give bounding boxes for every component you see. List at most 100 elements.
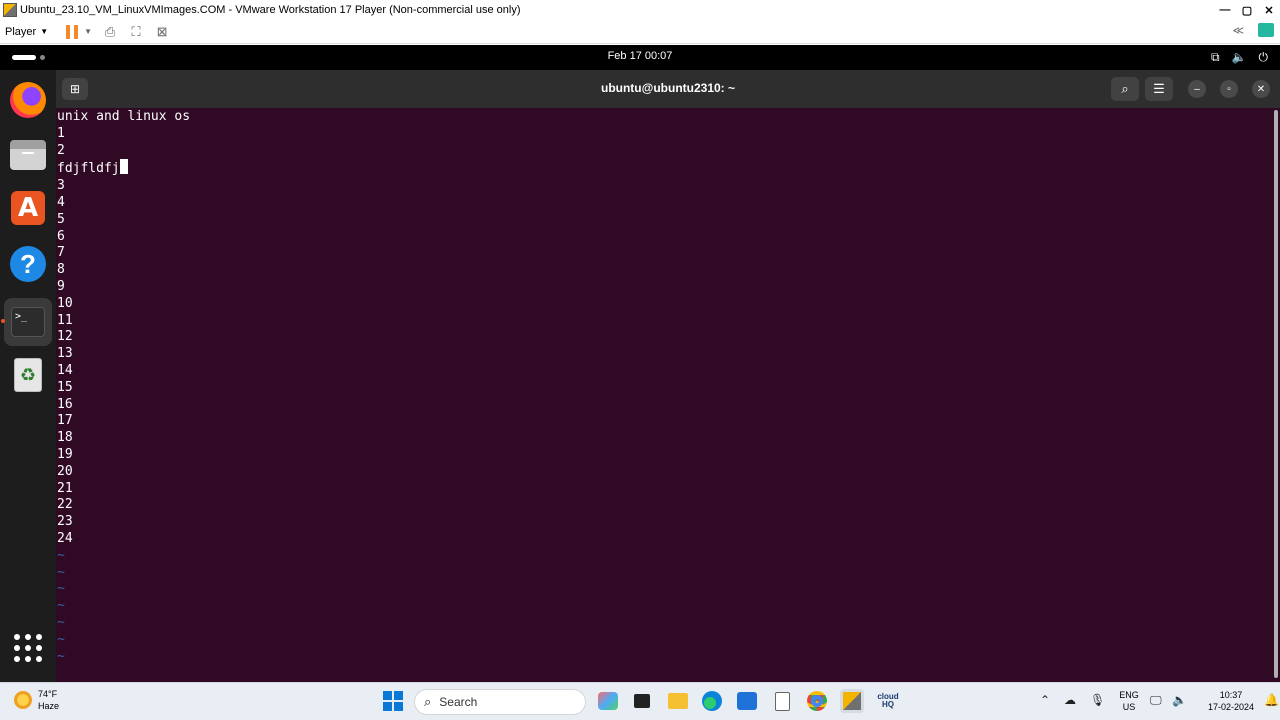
buffer-line: 8 [57,262,65,278]
buffer-line: 13 [57,346,73,362]
buffer-line: 21 [57,480,73,496]
task-view-icon [634,694,650,708]
speaker-icon[interactable]: 🔈 [1172,693,1187,707]
minimize-button[interactable]: — [1214,0,1236,20]
notification-bell-icon[interactable]: 🔔 [1264,693,1279,707]
terminal-maximize-button[interactable]: ▫ [1220,80,1238,98]
weather-temp: 74°F [38,689,58,699]
terminal-scrollbar[interactable] [1274,110,1278,678]
cloudhq-icon: cloud HQ [877,692,899,709]
volume-icon: 🔈 [1231,50,1247,64]
terminal-minimize-button[interactable]: – [1188,80,1206,98]
widgets-icon [598,692,618,710]
vim-buffer: unix and linux os 1 2 fdjfldfj 3 4 5 6 7 8 9 10 11 12… [57,109,190,665]
terminal-menu-button[interactable]: ☰ [1145,77,1173,101]
chrome-browser-icon [807,691,827,711]
taskbar-notepad[interactable] [770,689,794,713]
weather-widget[interactable]: 74°F Haze [14,688,59,712]
unity-mode-icon[interactable]: ⊠ [154,24,170,40]
buffer-line: 22 [57,497,73,513]
ubuntu-dock: A ? >_ ♻ [0,70,56,682]
buffer-line: 12 [57,329,73,345]
terminal-title: ubuntu@ubuntu2310: ~ [600,81,736,95]
language-indicator[interactable]: ENG US [1114,689,1144,713]
onedrive-offline-icon[interactable]: ☁ [1064,693,1076,707]
taskbar-vmware-player[interactable] [840,689,864,713]
taskbar-cloudhq[interactable]: cloud HQ [876,689,900,713]
terminal-search-button[interactable]: ⌕ [1111,77,1139,101]
taskbar-edge[interactable] [700,689,724,713]
text-cursor [119,159,128,175]
buffer-line: 15 [57,379,73,395]
buffer-line: 20 [57,463,73,479]
buffer-line: 11 [57,312,73,328]
dock-help[interactable]: ? [8,244,48,284]
search-label: Search [439,695,478,709]
show-apps-grid-icon[interactable] [14,634,42,662]
player-menu[interactable]: Player ▼ [5,26,48,38]
dock-app-center[interactable]: A [8,188,48,228]
buffer-line: 9 [57,278,65,294]
trash-recycle-icon: ♻ [14,358,42,392]
vmware-app-icon [3,3,17,17]
buffer-line: 5 [57,211,65,227]
send-ctrl-alt-del-icon[interactable]: ⎙ [102,24,118,40]
dock-files[interactable] [8,135,48,175]
show-hidden-icons-chevron-icon[interactable]: ⌃ [1040,693,1050,707]
dock-trash[interactable]: ♻ [8,355,48,395]
buffer-line: 1 [57,125,65,141]
help-icon: ? [10,246,46,282]
power-icon: ⏻ [1258,50,1269,64]
dock-terminal[interactable]: >_ [1,298,52,346]
microsoft-store-icon [737,692,757,710]
firefox-icon [10,82,46,118]
taskbar-store[interactable] [735,689,759,713]
clock-time: 10:37 [1219,690,1243,700]
taskbar-clock[interactable]: 10:37 17-02-2024 [1198,689,1264,713]
network-icon: ⧉ [1210,50,1220,64]
taskbar-chrome[interactable] [805,689,829,713]
language-code: ENG [1119,690,1139,700]
cursor-line-text: fdjfldfj [57,161,120,177]
empty-line-tilde: ~ [57,598,65,614]
empty-line-tilde: ~ [57,581,65,597]
taskbar-widgets-app[interactable] [596,689,620,713]
weather-desc: Haze [38,701,60,711]
top-bar-clock[interactable]: Feb 17 00:07 [0,50,1280,62]
buffer-line: 16 [57,396,73,412]
player-menu-label: Player [5,25,37,38]
buffer-line: 4 [57,194,65,210]
taskbar-search-box[interactable]: ⌕ Search [414,689,586,715]
dock-firefox[interactable] [8,80,48,120]
buffer-line: 23 [57,514,73,530]
clock-date: 17-02-2024 [1207,702,1255,712]
pause-icon[interactable] [66,24,79,39]
fit-guest-icon[interactable]: ⛶ [128,24,144,40]
buffer-line: 6 [57,228,65,244]
keyboard-layout: US [1122,702,1136,712]
weather-haze-icon [14,691,32,709]
system-menu[interactable]: ⧉ 🔈 ⏻ [1211,50,1268,65]
buffer-line: unix and linux os [57,109,191,124]
network-monitor-icon[interactable]: 🖵 [1150,693,1162,708]
microphone-icon[interactable]: 🎙 [1090,693,1105,707]
collapse-toolbar-icon[interactable]: ≪ [1232,24,1244,37]
close-button[interactable]: ✕ [1258,0,1280,20]
search-icon: ⌕ [424,694,432,709]
terminal-content[interactable]: unix and linux os 1 2 fdjfldfj 3 4 5 6 7 8 9 10 11 12… [56,108,1280,682]
empty-line-tilde: ~ [57,614,65,630]
edge-browser-icon [702,691,722,711]
start-button[interactable] [381,689,405,713]
buffer-line: 17 [57,413,73,429]
taskbar-file-explorer[interactable] [666,689,690,713]
taskbar-task-view[interactable] [630,689,654,713]
document-icon [774,691,790,711]
message-log-icon[interactable] [1258,23,1274,37]
buffer-line: 19 [57,446,73,462]
power-options-chevron-icon[interactable]: ▼ [84,27,92,36]
maximize-button[interactable]: ▢ [1236,0,1258,20]
windows-taskbar: 74°F Haze ⌕ Search cloud HQ ⌃ ☁ 🎙 ENG US … [0,682,1280,720]
buffer-line-cursor: fdjfldfj [57,159,190,178]
vmware-player-icon [843,692,861,710]
terminal-close-button[interactable]: ✕ [1252,80,1270,98]
